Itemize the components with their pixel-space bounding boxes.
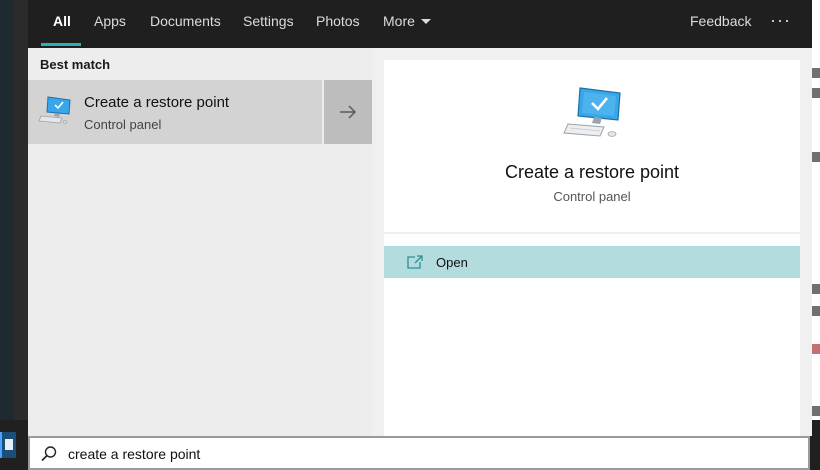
- search-box[interactable]: [28, 436, 810, 470]
- detail-pane: Create a restore point Control panel Ope…: [384, 60, 800, 436]
- monitor-check-icon: [563, 87, 621, 137]
- chevron-down-icon: [420, 19, 431, 24]
- desktop-window-edge: [14, 0, 28, 420]
- more-options-button[interactable]: ···: [770, 0, 791, 48]
- results-pane: Best match Create a restore point Contro…: [28, 48, 372, 436]
- open-button[interactable]: Open: [384, 246, 800, 278]
- result-expand-button[interactable]: [324, 80, 372, 144]
- search-input[interactable]: [68, 444, 788, 464]
- best-match-heading: Best match: [40, 57, 111, 72]
- tab-apps[interactable]: Apps: [94, 0, 126, 48]
- taskbar-app-icon[interactable]: [0, 432, 16, 458]
- open-label: Open: [436, 255, 468, 270]
- detail-title: Create a restore point: [504, 162, 680, 182]
- open-window-icon: [407, 255, 423, 269]
- detail-subtitle: Control panel: [553, 189, 631, 204]
- result-subtitle: Control panel: [84, 117, 162, 132]
- monitor-check-icon: [38, 96, 71, 124]
- background-window-edge: [812, 0, 820, 470]
- detail-divider: [384, 232, 800, 234]
- search-scope-nav: All Apps Documents Settings Photos More …: [28, 0, 812, 48]
- tab-documents[interactable]: Documents: [150, 0, 221, 48]
- result-title: Create a restore point: [84, 94, 230, 111]
- tab-active-indicator: [41, 43, 81, 46]
- tab-all[interactable]: All: [53, 0, 71, 48]
- arrow-right-icon: [340, 105, 356, 119]
- search-icon: [41, 446, 57, 462]
- tab-more[interactable]: More: [383, 0, 431, 48]
- search-flyout: All Apps Documents Settings Photos More …: [28, 0, 812, 436]
- feedback-button[interactable]: Feedback: [690, 0, 751, 48]
- tab-settings[interactable]: Settings: [243, 0, 294, 48]
- tab-photos[interactable]: Photos: [316, 0, 360, 48]
- tab-more-label: More: [383, 13, 415, 29]
- best-match-result[interactable]: Create a restore point Control panel: [28, 80, 322, 144]
